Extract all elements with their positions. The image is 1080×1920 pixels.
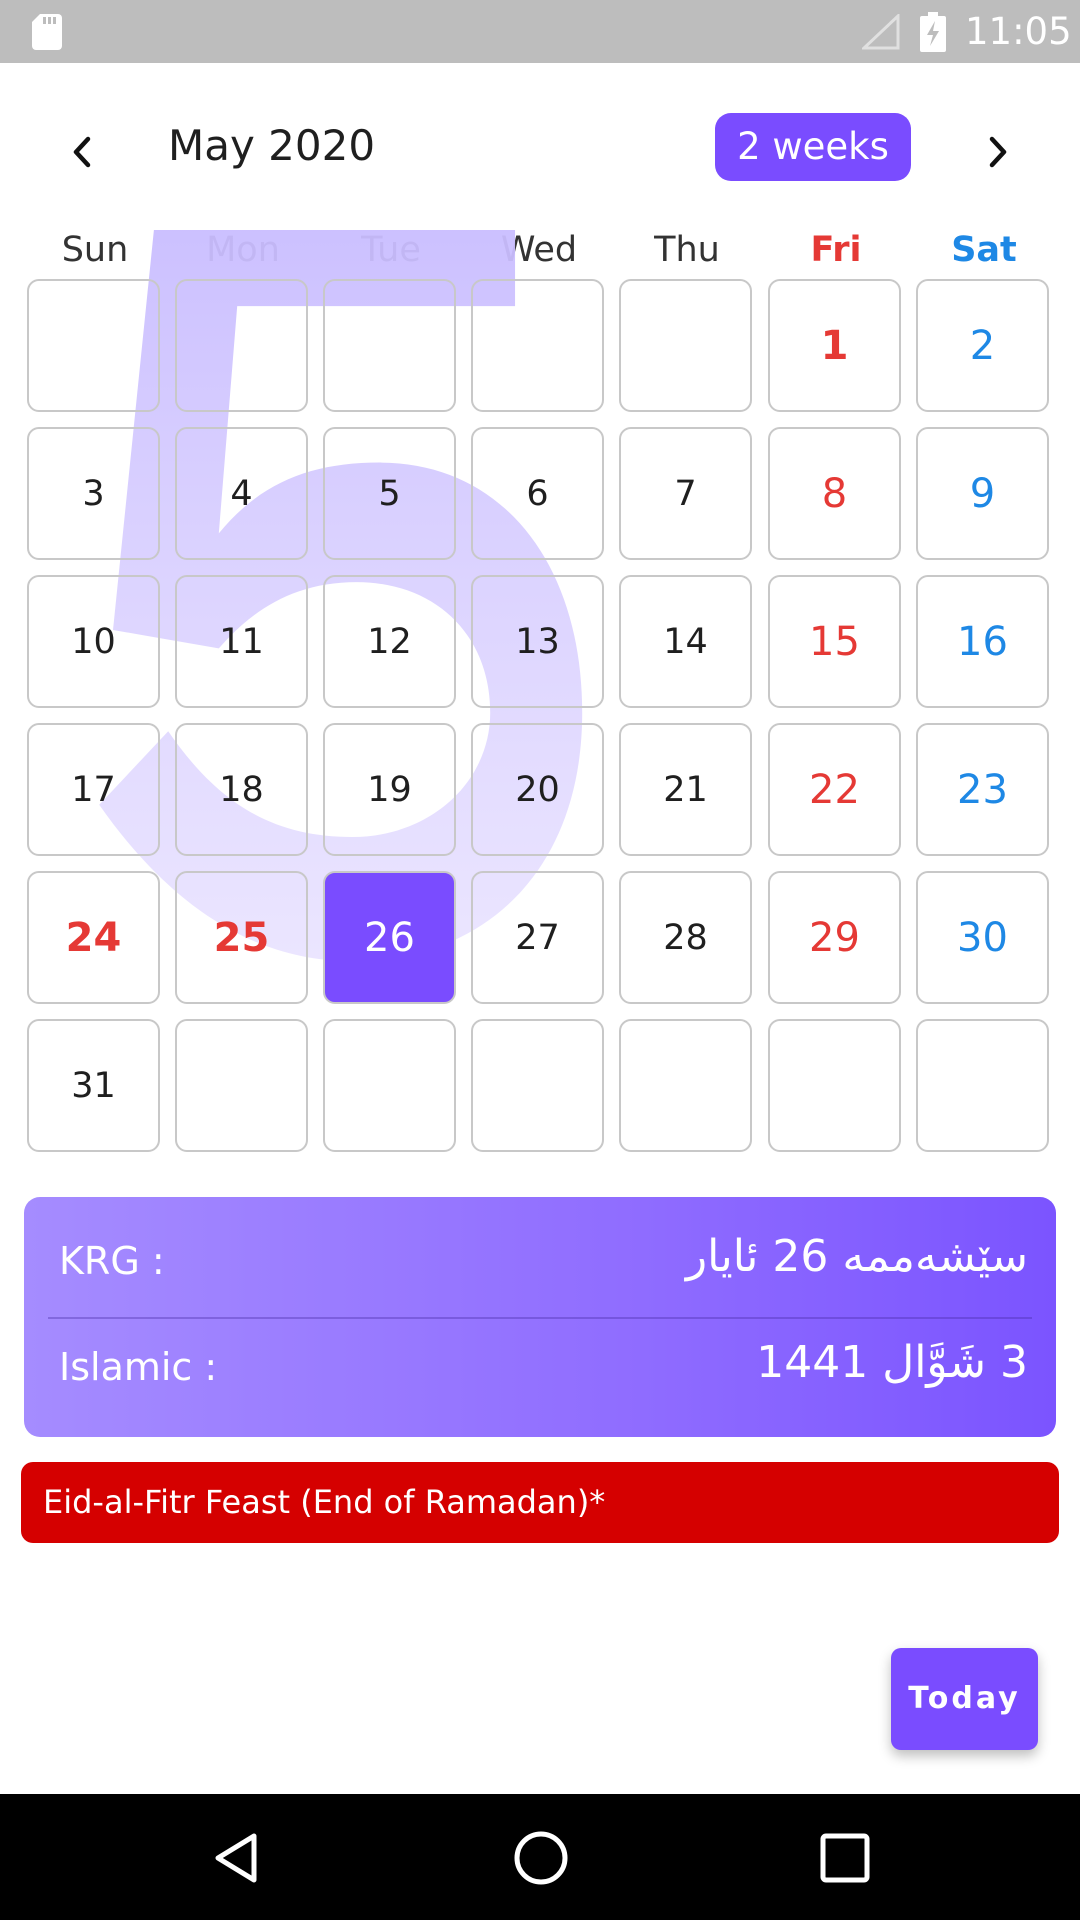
recent-apps-icon[interactable] [818,1831,872,1885]
day-cell[interactable]: 28 [619,871,752,1004]
day-cell[interactable]: 20 [471,723,604,856]
day-cell[interactable]: 29 [768,871,901,1004]
day-cell[interactable]: 7 [619,427,752,560]
day-cell[interactable]: 13 [471,575,604,708]
day-cell[interactable]: 10 [27,575,160,708]
day-cell[interactable]: 30 [916,871,1049,1004]
day-cell[interactable]: 3 [27,427,160,560]
day-cell[interactable]: 19 [323,723,456,856]
day-cell-empty [175,1019,308,1152]
day-cell[interactable]: 6 [471,427,604,560]
day-cell[interactable]: 23 [916,723,1049,856]
day-cell[interactable]: 17 [27,723,160,856]
divider [48,1317,1032,1319]
day-cell[interactable]: 8 [768,427,901,560]
day-cell-selected[interactable]: 26 [323,871,456,1004]
date-conversion-card: KRG : سێشەممە 26 ئایار Islamic : 3 شَوَّ… [24,1197,1056,1437]
krg-date-value: سێشەممە 26 ئایار [685,1231,1028,1282]
day-cell[interactable]: 18 [175,723,308,856]
krg-label: KRG : [59,1239,165,1283]
day-cell[interactable]: 9 [916,427,1049,560]
system-nav-bar [0,1794,1080,1920]
day-cell-empty [471,279,604,412]
day-cell[interactable]: 11 [175,575,308,708]
day-cell[interactable]: 25 [175,871,308,1004]
day-cell[interactable]: 24 [27,871,160,1004]
day-cell[interactable]: 21 [619,723,752,856]
today-button[interactable]: Today [891,1648,1038,1750]
day-cell-empty [768,1019,901,1152]
day-cell[interactable]: 15 [768,575,901,708]
day-cell[interactable]: 31 [27,1019,160,1152]
day-cell[interactable]: 4 [175,427,308,560]
day-cell-empty [323,279,456,412]
day-cell[interactable]: 1 [768,279,901,412]
day-cell-empty [916,1019,1049,1152]
islamic-date-value: 3 شَوَّال 1441 [756,1337,1028,1388]
day-cell[interactable]: 27 [471,871,604,1004]
day-cell-empty [619,279,752,412]
day-cell-empty [619,1019,752,1152]
islamic-label: Islamic : [59,1345,218,1389]
back-icon[interactable] [210,1830,266,1886]
day-cell[interactable]: 12 [323,575,456,708]
day-cell[interactable]: 2 [916,279,1049,412]
day-cell-empty [175,279,308,412]
day-cell[interactable]: 5 [323,427,456,560]
calendar-grid: 1 2 3 4 5 6 7 8 9 10 11 12 13 14 15 16 1… [0,0,1080,1200]
day-cell[interactable]: 22 [768,723,901,856]
day-cell-empty [27,279,160,412]
day-cell[interactable]: 16 [916,575,1049,708]
day-cell-empty [471,1019,604,1152]
day-cell-empty [323,1019,456,1152]
day-cell[interactable]: 14 [619,575,752,708]
event-item[interactable]: Eid-al-Fitr Feast (End of Ramadan)* [21,1462,1059,1543]
home-icon[interactable] [512,1829,570,1887]
